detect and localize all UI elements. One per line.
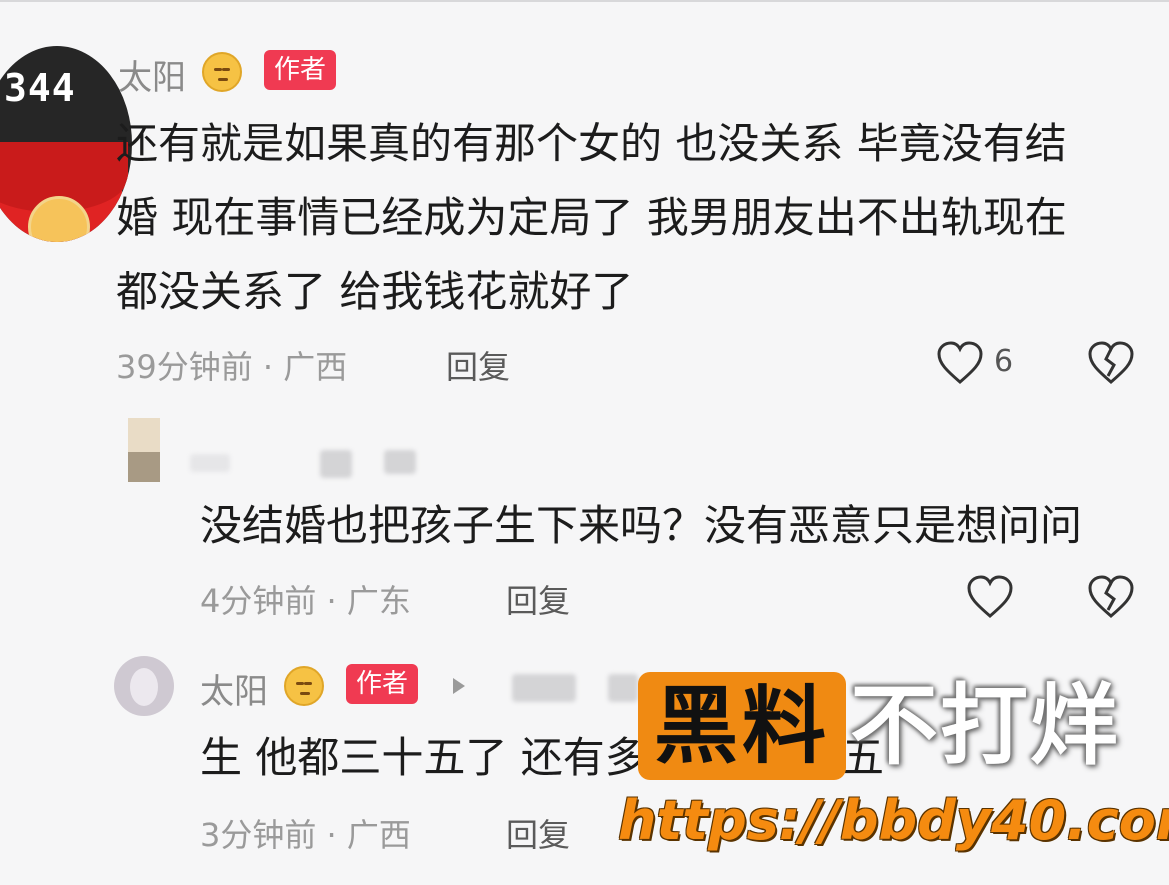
heart-icon[interactable] [936,340,984,386]
top-divider [0,0,1169,2]
author-tag: 作者 [346,664,419,704]
reply-time-location: 4分钟前 · 广东 [200,582,411,620]
broken-heart-icon[interactable] [1086,340,1136,386]
comment-time-location: 39分钟前 · 广西 [116,348,348,386]
username[interactable]: 太阳 [200,664,268,713]
face-emoji-icon [284,666,324,706]
blurred-avatar-top [128,418,160,452]
play-arrow-icon [453,678,465,694]
blurred-avatar-bottom [128,452,160,482]
author-tag: 作者 [264,50,337,90]
avatar[interactable]: 344 [0,46,132,242]
avatar-figure [130,668,158,706]
blurred-username [384,450,416,474]
reply-text: 生 他都三十五了 还有多 [200,733,647,782]
blurred-username [190,454,230,472]
comment-text-line: 都没关系了 给我钱花就好了 [116,267,634,316]
comment-text-line: 婚 现在事情已经成为定局了 我男朋友出不出轨现在 [116,193,1067,242]
reply-text: 没结婚也把孩子生下来吗？没有恶意只是想问问 [200,501,1083,550]
watermark-logo-box: 黑料 [638,672,846,780]
broken-heart-icon[interactable] [1086,574,1136,620]
like-count: 6 [994,344,1014,379]
watermark-url: https://bbdy40.com [618,789,1169,852]
reply-time-location: 3分钟前 · 广西 [200,816,411,854]
reply-button[interactable]: 回复 [506,576,570,622]
face-emoji-icon [202,52,242,92]
reply-button[interactable]: 回复 [446,342,510,388]
watermark-logo-text: 不打烊 [850,674,1121,777]
blurred-username [512,674,576,702]
avatar-badge-number: 344 [4,66,76,110]
blurred-username [320,450,352,478]
blurred-username [608,674,638,702]
reply-button[interactable]: 回复 [506,810,570,856]
username[interactable]: 太阳 [118,50,186,99]
heart-icon[interactable] [966,574,1014,620]
comment-text-line: 还有就是如果真的有那个女的 也没关系 毕竟没有结 [116,119,1067,168]
